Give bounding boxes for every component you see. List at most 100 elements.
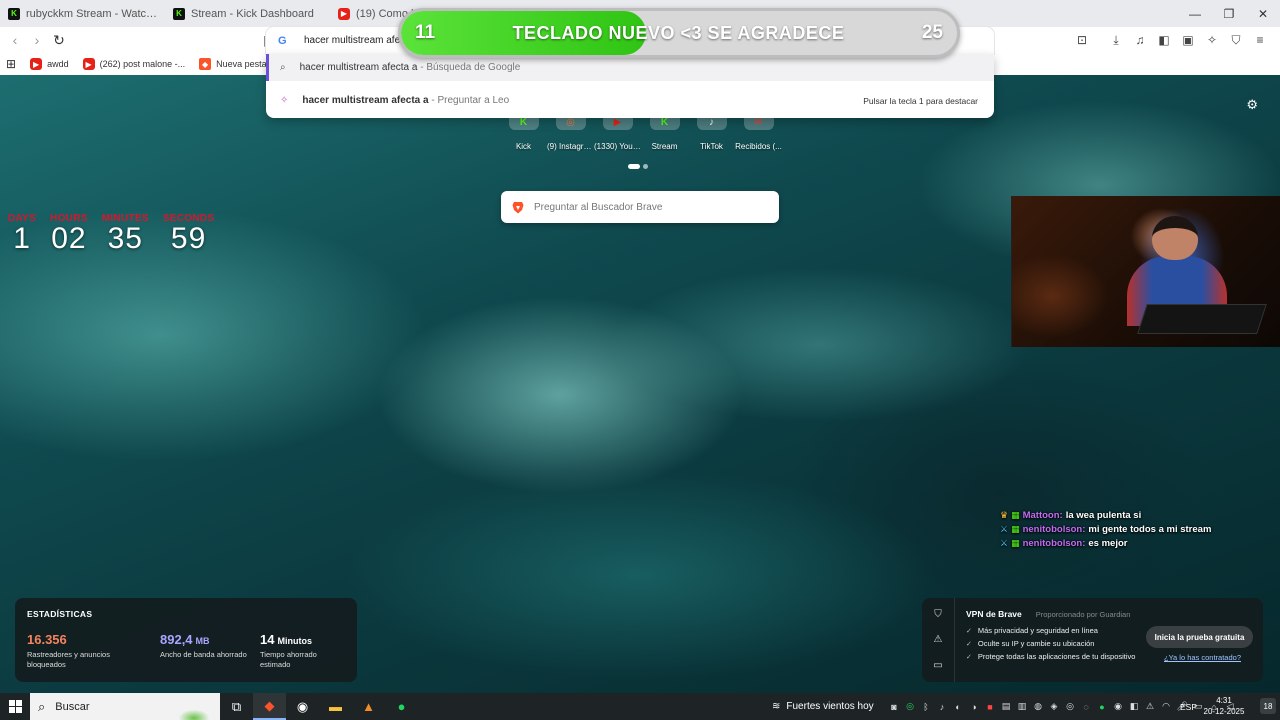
window-controls: — ❐ ✕ — [1178, 0, 1280, 27]
obs-icon[interactable]: ◉ — [286, 693, 319, 720]
youtube-icon: ▶ — [82, 58, 95, 70]
tab-search-icon[interactable]: ⊡ — [1072, 30, 1092, 50]
tray-app-icon[interactable]: ◉ — [1112, 701, 1124, 712]
weather-widget[interactable]: ≋ Fuertes vientos hoy — [772, 693, 874, 720]
stream-goal-banner: 11 TECLADO NUEVO <3 SE AGRADECE 25 — [398, 8, 960, 58]
wifi-icon[interactable]: ◠ — [1160, 701, 1172, 712]
vpn-feature: ✓ Oculte su IP y cambie su ubicación — [966, 639, 1095, 648]
chat-message: ⚔ ▦ nenitobolson: mi gente todos a mi st… — [1000, 524, 1212, 535]
notifications-badge[interactable]: 18 — [1260, 698, 1276, 714]
minimize-button[interactable]: — — [1178, 0, 1212, 27]
vpn-features: ✓ Más privacidad y seguridad en línea ✓ Oc… — [966, 626, 1135, 661]
gear-icon[interactable]: ⚙ — [1246, 97, 1258, 113]
tray-app-icon[interactable]: ◌ — [1080, 702, 1092, 712]
youtube-icon: ▶ — [338, 7, 350, 20]
page-dot[interactable] — [643, 164, 648, 169]
file-explorer-icon[interactable]: ▬ — [319, 693, 352, 720]
tray-app-icon[interactable]: ◍ — [1032, 701, 1044, 712]
tab-kick-dashboard[interactable]: K Stream - Kick Dashboard — [165, 0, 330, 27]
taskbar-clock[interactable]: 4:31 20-12-2025 — [1202, 695, 1246, 717]
shield-icon[interactable]: ⛉ — [934, 609, 942, 620]
check-icon: ✓ — [966, 627, 972, 635]
google-icon: G — [278, 34, 287, 47]
maximize-button[interactable]: ❐ — [1212, 0, 1246, 27]
tray-app-icon[interactable]: ▤ — [1000, 701, 1012, 712]
tab-kick-stream[interactable]: K rubyckkm Stream - Watch Live on Ki — [0, 0, 165, 27]
search-icon: ⌕ — [280, 62, 286, 73]
bookmark-awdd[interactable]: ▶ awdd — [30, 58, 69, 70]
search-highlight-decoration — [172, 698, 216, 720]
spotify-icon[interactable]: ● — [1096, 702, 1108, 712]
brave-search-box[interactable]: Preguntar al Buscador Brave — [501, 191, 779, 223]
countdown-days: DAYS 1 — [8, 213, 37, 255]
toolbar-actions: ⊡ ⤓ ♫ ◧ ▣ ✧ ⛉ ≡ — [1072, 30, 1270, 50]
media-icon[interactable]: ♫ — [1130, 30, 1150, 50]
vpn-icon[interactable]: ⛉ — [1226, 30, 1246, 50]
page-dot[interactable] — [628, 164, 640, 169]
suggestion-leo[interactable]: ✧ hacer multistream afecta a - Preguntar… — [266, 87, 994, 114]
vpn-trial-button[interactable]: Inicia la prueba gratuita — [1146, 626, 1253, 648]
tray-app-icon[interactable]: ▥ — [1016, 701, 1028, 712]
windows-taskbar: ⌕ Buscar ⧉ ◆ ◉ ▬ ▲ ● ≋ Fuertes vientos h… — [0, 693, 1280, 720]
vpn-already-link[interactable]: ¿Ya lo has contratado? — [1164, 653, 1241, 662]
bookmark-post-malone[interactable]: ▶ (262) post malone -... — [82, 58, 185, 70]
vpn-feature: ✓ Protege todas las aplicaciones de tu di… — [966, 652, 1136, 661]
sidebar-icon[interactable]: ◧ — [1154, 30, 1174, 50]
wind-icon: ≋ — [772, 701, 781, 712]
warning-icon[interactable]: ⚠ — [934, 634, 943, 645]
countdown-seconds: SECONDS 59 — [162, 213, 215, 255]
tray-app-icon[interactable]: ◈ — [1048, 701, 1060, 712]
tray-app-icon[interactable]: ◎ — [1064, 701, 1076, 712]
goal-current: 11 — [415, 22, 436, 43]
tray-app-icon[interactable]: ■ — [984, 702, 996, 712]
menu-icon[interactable]: ≡ — [1250, 30, 1270, 50]
webcam-person-head — [1152, 216, 1198, 260]
windows-icon — [8, 700, 22, 713]
kick-icon: K — [173, 7, 185, 20]
brave-taskbar-icon[interactable]: ◆ — [253, 693, 286, 720]
brave-lion-icon — [511, 201, 524, 214]
task-view-icon[interactable]: ⧉ — [220, 693, 253, 720]
webcam-feed — [1011, 196, 1280, 347]
brave-icon: ◆ — [199, 58, 212, 70]
countdown-hours: HOURS 02 — [50, 213, 88, 255]
taskbar-search[interactable]: ⌕ Buscar — [30, 693, 220, 720]
og-badge-icon: ▦ — [1011, 538, 1020, 548]
language-indicator[interactable]: ESP — [1180, 693, 1197, 720]
wallet-icon[interactable]: ▣ — [1178, 30, 1198, 50]
reload-icon[interactable]: ↻ — [48, 29, 70, 51]
discord-icon[interactable]: ◙ — [888, 702, 900, 712]
widget-switcher: ⛉ ⚠ ▭ — [922, 598, 955, 682]
vpn-header: VPN de Brave Proporcionado por Guardian — [966, 609, 1131, 619]
spotify-icon[interactable]: ● — [385, 693, 418, 720]
crown-icon: ♛ — [1000, 510, 1009, 520]
chat-message: ♛ ▦ Mattoon: la wea pulenta si — [1000, 510, 1142, 521]
tray-app-icon[interactable]: ◐ — [952, 702, 964, 712]
tray-app-icon[interactable]: ◧ — [1128, 701, 1140, 712]
search-placeholder: Preguntar al Buscador Brave — [534, 201, 663, 213]
kick-icon: K — [8, 7, 20, 20]
stat-trackers: 16.356 Rastreadores y anuncios bloqueado… — [27, 632, 110, 669]
vpn-widget: ⛉ ⚠ ▭ VPN de Brave Proporcionado por Gua… — [922, 598, 1263, 682]
forward-icon[interactable]: › — [26, 29, 48, 51]
camera-icon[interactable]: ▭ — [933, 660, 942, 671]
apps-grid-icon[interactable]: ⊞ — [6, 57, 16, 71]
tray-app-icon[interactable]: ⚠ — [1144, 701, 1156, 712]
stat-bandwidth: 892,4 MB Ancho de banda ahorrado — [160, 632, 247, 659]
back-icon[interactable]: ‹ — [4, 29, 26, 51]
suggestion-google[interactable]: ⌕ hacer multistream afecta a - Búsqueda … — [266, 54, 994, 81]
search-icon: ⌕ — [38, 698, 46, 714]
volume-mixer-icon[interactable]: ♪ — [936, 702, 948, 712]
download-icon[interactable]: ⤓ — [1106, 30, 1126, 50]
stats-widget: ESTADÍSTICAS 16.356 Rastreadores y anunc… — [15, 598, 357, 682]
app-icon[interactable]: ▲ — [352, 693, 385, 720]
address-input[interactable]: hacer multistream afec — [304, 35, 405, 46]
whatsapp-icon[interactable]: ◎ — [904, 701, 916, 712]
bluetooth-icon[interactable]: ᛒ — [920, 702, 932, 712]
tray-app-icon[interactable]: ◑ — [968, 702, 980, 712]
omnibox-suggestions: ⌕ hacer multistream afecta a - Búsqueda … — [266, 54, 994, 118]
leo-icon[interactable]: ✧ — [1202, 30, 1222, 50]
close-button[interactable]: ✕ — [1246, 0, 1280, 27]
start-button[interactable] — [0, 693, 30, 720]
check-icon: ✓ — [966, 653, 972, 661]
